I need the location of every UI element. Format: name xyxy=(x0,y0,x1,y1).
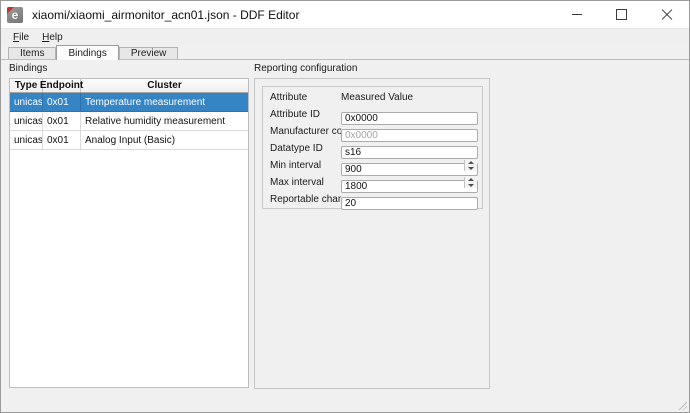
max-interval-row: Max interval xyxy=(270,176,478,189)
max-interval-spinbox[interactable] xyxy=(341,180,478,193)
chevron-down-icon xyxy=(468,167,474,170)
tab-bar: Items Bindings Preview xyxy=(8,45,178,60)
deconz-logo-icon: e xyxy=(7,7,23,23)
attribute-id-row: Attribute ID xyxy=(270,108,478,121)
close-icon xyxy=(661,9,673,21)
menu-bar: File Help xyxy=(1,29,689,45)
window-title: xiaomi/xiaomi_airmonitor_acn01.json - DD… xyxy=(32,8,299,22)
reportable-change-row: Reportable change xyxy=(270,193,478,206)
manufacturer-code-row: Manufacturer code xyxy=(270,125,478,138)
reporting-form: Attribute Measured Value Attribute ID Ma… xyxy=(262,86,483,209)
attribute-header-label: Attribute xyxy=(270,92,341,103)
min-interval-spin-buttons xyxy=(464,160,477,171)
bindings-table[interactable]: Type Endpoint Cluster unicast 0x01 Tempe… xyxy=(9,78,249,388)
datatype-id-row: Datatype ID xyxy=(270,142,478,155)
min-interval-row: Min interval xyxy=(270,159,478,172)
bindings-section-label: Bindings xyxy=(9,63,47,74)
reportable-change-field[interactable] xyxy=(341,197,478,210)
column-header-endpoint[interactable]: Endpoint xyxy=(43,79,81,92)
table-row-analog-input[interactable]: unicast 0x01 Analog Input (Basic) xyxy=(10,131,248,150)
table-row-temperature[interactable]: unicast 0x01 Temperature measurement xyxy=(10,93,248,112)
window-controls xyxy=(554,1,689,28)
menu-item-file[interactable]: File xyxy=(8,31,34,44)
menu-item-help[interactable]: Help xyxy=(37,31,68,44)
minimize-icon xyxy=(572,14,582,15)
close-button[interactable] xyxy=(644,1,689,28)
maximize-button[interactable] xyxy=(599,1,644,28)
chevron-up-icon xyxy=(468,161,474,164)
maximize-icon xyxy=(616,9,627,20)
bindings-table-header: Type Endpoint Cluster xyxy=(10,79,248,93)
column-header-cluster[interactable]: Cluster xyxy=(81,79,248,92)
deconz-logo-letter: e xyxy=(7,7,23,23)
attribute-name-label: Measured Value xyxy=(341,91,478,104)
window-resize-grip[interactable] xyxy=(677,400,687,410)
tab-items[interactable]: Items xyxy=(8,47,56,59)
tab-bindings[interactable]: Bindings xyxy=(56,45,118,60)
table-row-humidity[interactable]: unicast 0x01 Relative humidity measureme… xyxy=(10,112,248,131)
chevron-up-icon xyxy=(468,178,474,181)
attribute-id-field[interactable] xyxy=(341,112,478,125)
spin-down-button[interactable] xyxy=(465,166,477,172)
title-bar: e xiaomi/xiaomi_airmonitor_acn01.json - … xyxy=(1,1,689,29)
max-interval-spin-buttons xyxy=(464,177,477,188)
manufacturer-code-field[interactable] xyxy=(341,129,478,142)
datatype-id-field[interactable] xyxy=(341,146,478,159)
minimize-button[interactable] xyxy=(554,1,599,28)
min-interval-spinbox[interactable] xyxy=(341,163,478,176)
attribute-header-row: Attribute Measured Value xyxy=(270,91,478,104)
spin-down-button[interactable] xyxy=(465,183,477,189)
ddf-editor-window: e xiaomi/xiaomi_airmonitor_acn01.json - … xyxy=(0,0,690,413)
chevron-down-icon xyxy=(468,184,474,187)
column-header-type[interactable]: Type xyxy=(10,79,43,92)
tab-preview[interactable]: Preview xyxy=(119,47,179,59)
reporting-section-label: Reporting configuration xyxy=(254,63,357,74)
